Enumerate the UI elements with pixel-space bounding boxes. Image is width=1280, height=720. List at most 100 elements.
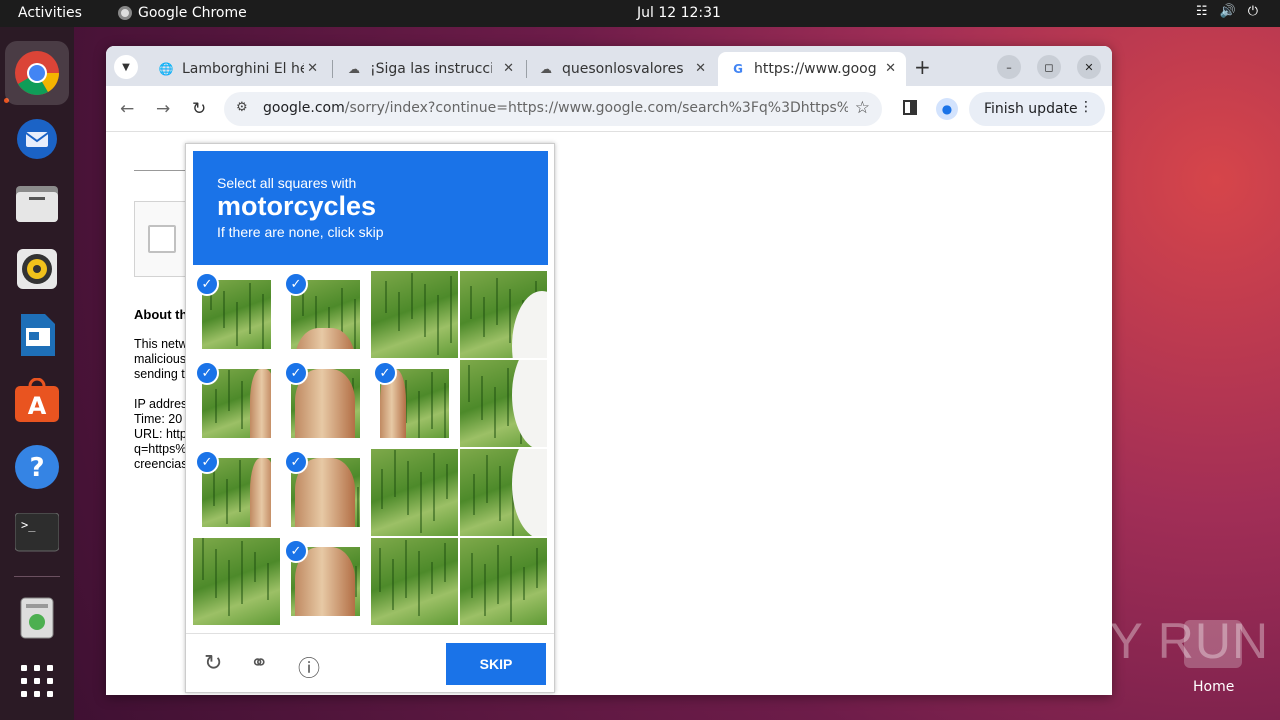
captcha-tile[interactable] (371, 271, 458, 358)
url-host: google.com (263, 100, 345, 116)
grass-blade (241, 381, 243, 429)
close-tab-icon[interactable]: ✕ (885, 61, 896, 76)
system-tray[interactable]: ☷ 🔊 ⏻ (1196, 4, 1258, 19)
minimize-icon: – (1006, 60, 1012, 74)
top-bar: Activities Google Chrome Jul 12 12:31 ☷ … (0, 0, 1280, 27)
dock-trash[interactable] (13, 593, 61, 641)
dock-writer[interactable] (13, 311, 61, 359)
dock-thunderbird[interactable] (13, 113, 61, 161)
finish-update-button[interactable]: Finish update ⋮ (969, 92, 1105, 126)
dock-chrome[interactable] (5, 41, 69, 105)
tab-title: Lamborghini El héroe (182, 61, 304, 77)
svg-text:A: A (28, 392, 47, 420)
maximize-icon: ◻ (1044, 60, 1054, 74)
chrome-small-icon (118, 6, 132, 20)
address-bar[interactable]: ⚙ google.com/sorry/index?continue=https:… (224, 92, 882, 126)
checkmark-icon: ✓ (195, 361, 219, 385)
dock-files[interactable] (13, 179, 61, 227)
home-label: Home (1193, 679, 1235, 695)
checkmark-icon: ✓ (373, 361, 397, 385)
bookmark-star-icon[interactable]: ☆ (855, 98, 870, 118)
reload-challenge-icon[interactable]: ↻ (204, 651, 222, 676)
captcha-instruction: Select all squares with (217, 175, 357, 191)
grass-blade (262, 294, 264, 349)
tab-lamborghini[interactable]: 🌐 Lamborghini El héroe ✕ (146, 52, 328, 86)
grass-blade (236, 302, 238, 346)
dock-app-grid[interactable] (13, 657, 61, 705)
dock-rhythmbox[interactable] (13, 245, 61, 293)
close-tab-icon[interactable]: ✕ (503, 61, 514, 76)
captcha-tile[interactable] (460, 449, 547, 536)
grass-blade (484, 564, 486, 616)
captcha-tile[interactable] (460, 360, 547, 447)
captcha-tile[interactable] (371, 449, 458, 536)
grass-blade (446, 464, 448, 499)
captcha-grid: ✓ ✓ ✓ ✓ ✓ ✓ ✓ ✓ (193, 271, 548, 626)
grass-blade (381, 469, 383, 509)
tab-quesonlosvalores[interactable]: ☁ quesonlosvalores ✕ (526, 52, 716, 86)
maximize-button[interactable]: ◻ (1037, 55, 1061, 79)
hydrant-shape (250, 369, 271, 438)
grass-blade (499, 466, 501, 521)
reload-button[interactable]: ↻ (192, 99, 206, 119)
grass-blade (226, 479, 228, 524)
side-panel-icon[interactable] (903, 100, 917, 115)
captcha-tile[interactable] (371, 538, 458, 625)
close-tab-icon[interactable]: ✕ (307, 61, 318, 76)
time-line: Time: 20 (134, 412, 183, 426)
back-button[interactable]: ← (120, 99, 134, 119)
dock-app-center[interactable]: A (13, 377, 61, 425)
app-menu[interactable]: Google Chrome (118, 5, 247, 21)
captcha-tile[interactable] (193, 538, 280, 625)
dock-help[interactable]: ? (13, 443, 61, 491)
clock[interactable]: Jul 12 12:31 (637, 5, 721, 21)
url-text[interactable]: google.com/sorry/index?continue=https://… (263, 100, 848, 116)
grass-blade (507, 368, 509, 426)
globe-icon: 🌐 (158, 62, 174, 76)
tab-strip: ▼ 🌐 Lamborghini El héroe ✕ ☁ ¡Siga las i… (106, 46, 1112, 86)
files-icon (16, 186, 58, 222)
new-tab-button[interactable]: + (914, 55, 931, 79)
power-icon: ⏻ (1247, 4, 1258, 19)
activities-button[interactable]: Activities (18, 5, 82, 21)
arrow-left-icon: ← (120, 99, 135, 119)
profile-avatar-icon[interactable]: ● (936, 98, 958, 120)
dock-separator (14, 576, 60, 577)
tab-search-button[interactable]: ▼ (114, 55, 138, 79)
grass-blade (536, 548, 538, 588)
close-tab-icon[interactable]: ✕ (695, 61, 706, 76)
grass-blade (496, 278, 498, 325)
checkmark-icon: ✓ (284, 272, 308, 296)
minimize-button[interactable]: – (997, 55, 1021, 79)
query-line: q=https% (134, 442, 187, 456)
grass-blade (481, 376, 483, 420)
tab-separator (332, 60, 333, 78)
dock-terminal[interactable]: >_ (13, 509, 61, 557)
body-line: This netw (134, 337, 188, 351)
skip-button[interactable]: SKIP (446, 643, 546, 685)
captcha-tile[interactable] (460, 271, 547, 358)
info-icon[interactable]: ⓘ (298, 651, 320, 683)
recaptcha-checkbox[interactable] (148, 225, 176, 253)
site-info-icon[interactable]: ⚙ (236, 100, 248, 115)
grass-blade (267, 563, 269, 600)
grass-blade (444, 383, 446, 438)
audio-challenge-icon[interactable]: ⚭ (250, 651, 268, 676)
tab-title: https://www.google (754, 61, 876, 77)
grass-blade (471, 553, 473, 598)
grass-blade (418, 391, 420, 438)
close-window-button[interactable]: ✕ (1077, 55, 1101, 79)
hydrant-shape (295, 328, 355, 349)
forward-button[interactable]: → (156, 99, 170, 119)
more-menu-icon[interactable]: ⋮ (1079, 99, 1093, 115)
svg-text:?: ? (29, 453, 44, 483)
captcha-tile[interactable] (460, 538, 547, 625)
tab-google-active[interactable]: G https://www.google ✕ (718, 52, 906, 86)
captcha-challenge: Select all squares with motorcycles If t… (185, 143, 555, 693)
captcha-target: motorcycles (217, 191, 377, 221)
home-folder-icon[interactable] (1184, 620, 1242, 668)
tab-siga[interactable]: ☁ ¡Siga las instrucciones ✕ (334, 52, 524, 86)
white-object-shape (512, 291, 547, 358)
grass-blade (523, 567, 525, 600)
checkmark-icon: ✓ (195, 272, 219, 296)
